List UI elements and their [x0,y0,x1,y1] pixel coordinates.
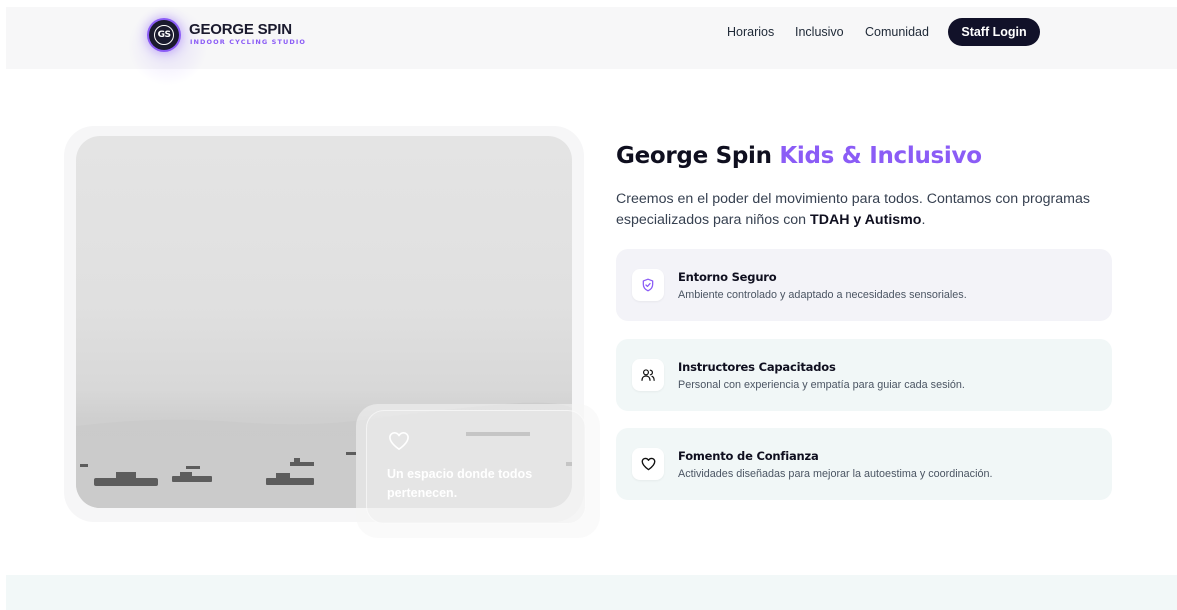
shield-check-icon [632,269,664,301]
users-icon [632,359,664,391]
brand-name[interactable]: GEORGE SPIN [189,21,292,38]
feature-description: Personal con experiencia y empatía para … [678,379,965,391]
logo-monogram: GS [154,25,174,45]
staff-login-button[interactable]: Staff Login [948,18,1040,46]
heart-icon [389,432,409,450]
feature-title: Fomento de Confianza [678,449,819,463]
next-section-band [6,575,1177,610]
nav-link-horarios[interactable]: Horarios [727,25,774,39]
feature-card-entorno-seguro: Entorno Seguro Ambiente controlado y ada… [616,249,1112,321]
title-accent: Kids & Inclusivo [779,143,982,169]
feature-description: Actividades diseñadas para mejorar la au… [678,468,993,480]
feature-description: Ambiente controlado y adaptado a necesid… [678,289,967,301]
title-main: George Spin [616,143,780,169]
section-lead: Creemos en el poder del movimiento para … [616,189,1126,231]
feature-title: Instructores Capacitados [678,360,836,374]
feature-title: Entorno Seguro [678,270,777,284]
nav-link-comunidad[interactable]: Comunidad [865,25,929,39]
caption-text: Un espacio donde todos pertenecen. [387,467,533,500]
brand-tagline: INDOOR CYCLING STUDIO [190,38,307,46]
lead-suffix: . [921,212,926,228]
feature-card-confianza: Fomento de Confianza Actividades diseñad… [616,428,1112,500]
section-title: George Spin Kids & Inclusivo [616,143,982,169]
lead-bold: TDAH y Autismo [810,212,922,228]
heart-icon [632,448,664,480]
logo-icon[interactable]: GS [149,20,179,50]
nav-link-inclusivo[interactable]: Inclusivo [795,25,844,39]
feature-card-instructores: Instructores Capacitados Personal con ex… [616,339,1112,411]
